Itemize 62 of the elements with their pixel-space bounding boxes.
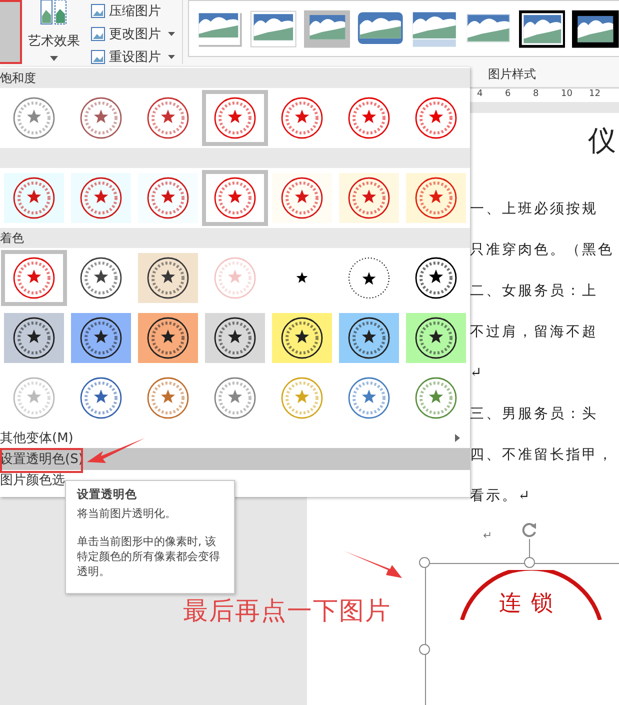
color-variant-thumbnail[interactable] — [204, 313, 265, 363]
color-variant-thumbnail[interactable] — [406, 173, 466, 223]
annotation-arrow — [344, 550, 402, 580]
color-variant-thumbnail[interactable] — [204, 93, 265, 143]
stamp-drawing: 连锁 — [456, 570, 606, 620]
document-text: 二、女服务员：上 — [470, 282, 598, 301]
resize-handle[interactable] — [524, 557, 535, 568]
document-text: 看示。↵ — [470, 487, 532, 506]
rotate-handle-icon[interactable] — [521, 521, 538, 538]
resize-handle[interactable] — [419, 644, 430, 655]
color-variant-thumbnail[interactable] — [204, 173, 265, 223]
color-variant-thumbnail[interactable] — [4, 173, 64, 223]
color-variant-thumbnail[interactable] — [138, 253, 198, 303]
color-variant-thumbnail[interactable] — [4, 253, 64, 303]
ruler-number: 6 — [505, 89, 512, 101]
section-header: 饱和度 — [0, 68, 470, 88]
annotation-caption: 最后再点一下图片 — [183, 595, 391, 627]
picture-style-thumbnail[interactable] — [304, 9, 350, 51]
tooltip-text: 将当前图片透明化。 — [77, 506, 177, 521]
document-text: 三、男服务员：头 — [470, 405, 598, 424]
color-variant-thumbnail[interactable] — [339, 173, 400, 223]
submenu-arrow-icon — [455, 434, 460, 442]
tooltip-text: 单击当前图形中的像素时, 该特定颜色的所有像素都会变得透明。 — [77, 534, 221, 579]
document-text: 不过肩，留海不超 — [470, 323, 598, 342]
picture-icon — [90, 48, 106, 64]
ruler-number: 8 — [533, 89, 540, 101]
paragraph-mark: ↵ — [483, 529, 492, 542]
picture-icon — [90, 26, 106, 42]
ruler-number: 10 — [561, 89, 574, 101]
color-variant-thumbnail[interactable] — [272, 173, 332, 223]
tooltip-title: 设置透明色 — [77, 487, 138, 502]
caret-icon — [168, 32, 175, 36]
picture-style-thumbnail[interactable] — [572, 9, 619, 51]
color-variant-thumbnail[interactable] — [406, 313, 466, 363]
color-variant-thumbnail[interactable] — [70, 313, 131, 363]
color-variant-thumbnail[interactable] — [138, 173, 198, 223]
color-variant-thumbnail[interactable] — [138, 313, 198, 363]
caret-icon — [50, 56, 58, 61]
color-variant-thumbnail[interactable] — [4, 313, 64, 363]
ruler-number: 12 — [589, 89, 602, 101]
cut-off-ribbon-button[interactable] — [0, 0, 22, 64]
ribbon-command[interactable]: 压缩图片 — [88, 0, 177, 21]
caret-icon — [168, 54, 175, 58]
group-label: 图片样式 — [488, 66, 536, 83]
color-variant-thumbnail[interactable] — [272, 313, 332, 363]
document-title: 仪 — [588, 123, 617, 159]
picture-icon — [90, 2, 106, 18]
document-text: 一、上班必须按规 — [470, 200, 598, 219]
section-header: 着色 — [0, 228, 470, 248]
document-text: ↵ — [470, 364, 484, 383]
color-variant-thumbnail[interactable] — [70, 173, 131, 223]
picture-style-thumbnail[interactable] — [518, 9, 566, 51]
menu-item[interactable]: 其他变体(M) — [0, 428, 470, 448]
document-text: 四、不准留长指甲， — [470, 446, 614, 465]
stamp-image[interactable]: 连锁 — [425, 563, 619, 705]
document-text: 只准穿肉色。（黑色 — [470, 241, 614, 260]
ribbon-command[interactable]: 重设图片 — [88, 46, 177, 67]
art-effects-button[interactable]: 艺术效果 — [24, 0, 84, 66]
color-variant-thumbnail[interactable] — [339, 313, 400, 363]
ribbon-command[interactable]: 更改图片 — [88, 23, 177, 44]
resize-handle[interactable] — [419, 557, 430, 568]
ruler-number: 4 — [477, 89, 484, 101]
